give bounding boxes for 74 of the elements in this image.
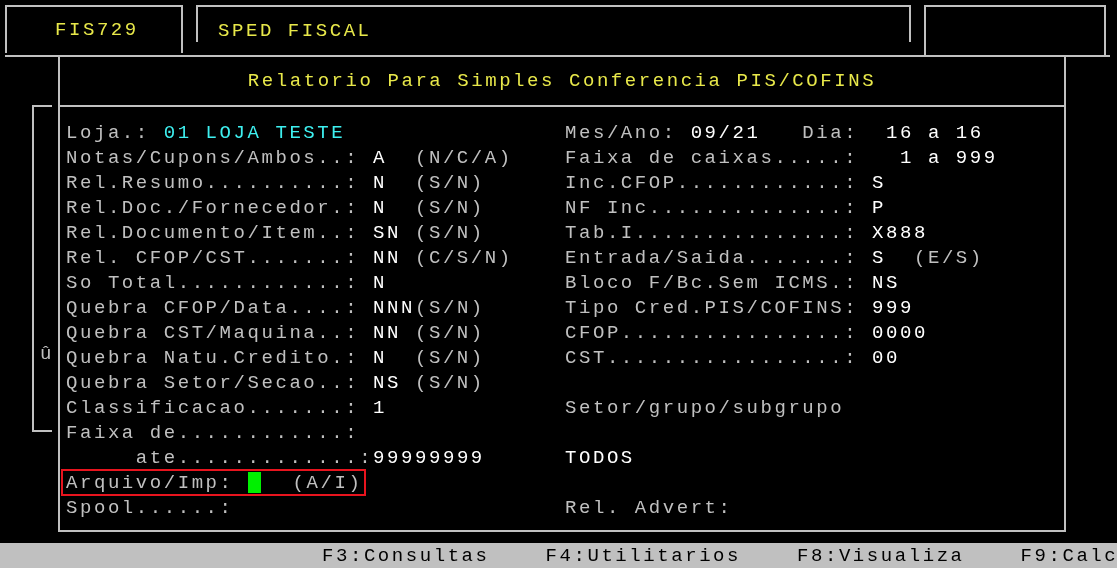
option-hint: (S/N)	[415, 321, 485, 344]
field-value[interactable]: N	[373, 196, 415, 219]
field-value[interactable]: NS	[872, 271, 914, 294]
option-hint: (S/N)	[415, 196, 485, 219]
module-title: SPED FISCAL	[218, 20, 372, 42]
field-value[interactable]: S	[872, 246, 914, 269]
field-label: Tab.I...............:	[565, 221, 860, 244]
function-key[interactable]: F3:Consultas	[322, 544, 490, 567]
scroll-mark: û	[40, 343, 54, 365]
field-label: CST.................:	[565, 346, 860, 369]
option-hint: (S/N)	[415, 296, 485, 319]
field-value[interactable]: 00	[872, 346, 914, 369]
field-label: Quebra CST/Maquina..:	[66, 321, 361, 344]
field-value[interactable]: 1 a 999	[900, 146, 998, 169]
option-hint: (E/S)	[914, 246, 984, 269]
function-key[interactable]: F4:Utilitarios	[545, 544, 741, 567]
field-label: Arquivo/Imp:	[66, 471, 234, 494]
field-label: Quebra Setor/Secao..:	[66, 371, 361, 394]
field-value[interactable]: 09/21	[690, 121, 803, 144]
field-value[interactable]: N	[373, 346, 415, 369]
field-label: Spool......:	[66, 496, 235, 519]
field-value[interactable]: NNN	[373, 296, 415, 319]
field-label: Quebra Natu.Credito.:	[66, 346, 361, 369]
option-hint: (S/N)	[415, 171, 485, 194]
field-label: Inc.CFOP............:	[565, 171, 860, 194]
field-value[interactable]: P	[872, 196, 914, 219]
field-value[interactable]: S	[872, 171, 914, 194]
field-value[interactable]: SN	[373, 221, 415, 244]
field-label: Dia:	[802, 121, 860, 144]
option-hint: (A/I)	[292, 471, 363, 494]
field-label: Faixa de............:	[66, 421, 361, 444]
field-label: ate.............:	[134, 446, 374, 469]
field-value[interactable]: A	[373, 146, 415, 169]
field-value[interactable]: 99999999	[373, 446, 485, 469]
dialog-title: Relatorio Para Simples Conferencia PIS/COFINS	[60, 57, 1064, 107]
program-code: FIS729	[5, 5, 183, 53]
option-hint: (N/C/A)	[415, 146, 513, 169]
field-label: Mes/Ano:	[565, 121, 678, 144]
field-label: Notas/Cupons/Ambos..:	[66, 146, 361, 169]
field-label: Rel.Documento/Item..:	[66, 221, 361, 244]
field-value[interactable]: 999	[872, 296, 914, 319]
option-hint: (S/N)	[415, 371, 485, 394]
field-value[interactable]: NN	[373, 321, 415, 344]
section-label: Rel. Advert:	[565, 496, 733, 519]
field-label: Loja.:	[66, 121, 150, 144]
field-label: NF Inc..............:	[565, 196, 860, 219]
field-value[interactable]: 01 LOJA TESTE	[163, 121, 346, 144]
text-cursor[interactable]	[247, 472, 261, 493]
field-label: Rel. CFOP/CST.......:	[66, 246, 361, 269]
field-value[interactable]: 16 a 16	[886, 121, 984, 144]
section-label: Setor/grupo/subgrupo	[565, 396, 845, 419]
field-label: Rel.Doc./Fornecedor.:	[66, 196, 361, 219]
field-label: Entrada/Saida.......:	[565, 246, 860, 269]
option-hint: (S/N)	[415, 221, 485, 244]
field-value[interactable]: NN	[373, 246, 415, 269]
function-key[interactable]: F9:Calc	[1020, 544, 1117, 567]
field-value[interactable]: N	[373, 171, 415, 194]
option-hint: (S/N)	[415, 346, 485, 369]
field-value[interactable]: 1	[373, 396, 415, 419]
field-label: Quebra CFOP/Data....:	[66, 296, 361, 319]
field-value[interactable]: 0000	[872, 321, 928, 344]
option-hint: (C/S/N)	[415, 246, 513, 269]
field-value[interactable]: TODOS	[565, 446, 635, 469]
field-label: Bloco F/Bc.Sem ICMS.:	[565, 271, 860, 294]
field-label: Classificacao.......:	[66, 396, 361, 419]
function-key[interactable]: F8:Visualiza	[797, 544, 965, 567]
field-label: CFOP................:	[565, 321, 860, 344]
field-value[interactable]: NS	[373, 371, 415, 394]
field-value[interactable]: N	[373, 271, 415, 294]
field-label: Tipo Cred.PIS/COFINS:	[565, 296, 860, 319]
field-label: Faixa de caixas.....:	[565, 146, 860, 169]
field-label: Rel.Resumo..........:	[66, 171, 361, 194]
field-label: So Total............:	[66, 271, 361, 294]
field-value[interactable]: X888	[872, 221, 928, 244]
